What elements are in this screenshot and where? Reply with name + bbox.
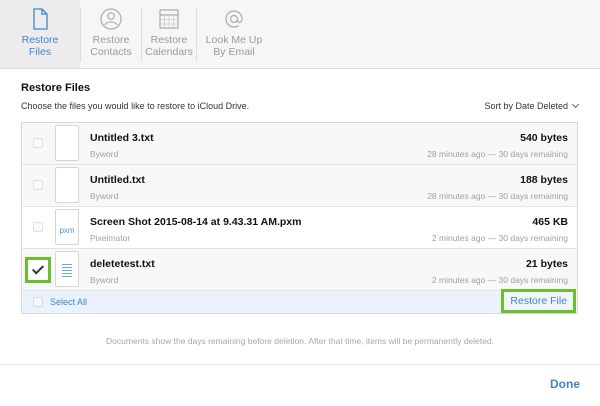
file-name: Untitled 3.txt [90,132,154,144]
file-row[interactable]: Untitled.txt Byword 188 bytes 28 minutes… [22,165,577,207]
tab-restore-files[interactable]: Restore Files [0,0,80,68]
pxm-file-icon: pxm [55,209,79,245]
sort-label: Sort by Date Deleted [484,101,568,111]
tab-label-line1: Look Me Up [205,34,263,46]
file-app: Pixelmator [90,233,131,243]
file-time: 2 minutes ago — 30 days remaining [431,275,568,285]
file-time: 28 minutes ago — 30 days remaining [427,149,568,159]
file-size: 188 bytes [520,174,568,186]
at-sign-icon [225,10,243,28]
text-lines-icon [62,264,72,279]
file-size: 540 bytes [520,132,568,144]
row-checkbox[interactable] [33,138,43,148]
top-toolbar: Restore Files Restore Contacts Restore C… [0,0,600,69]
tab-look-me-up[interactable]: Look Me Up By Email [197,0,271,68]
file-size: 465 KB [532,216,568,228]
file-name: Untitled.txt [90,174,145,186]
tab-label-line2: Calendars [145,46,193,58]
deletion-note: Documents show the days remaining before… [106,336,494,346]
select-all-checkbox[interactable] [33,297,43,307]
tab-restore-contacts[interactable]: Restore Contacts [81,0,141,68]
tab-label-line1: Restore [150,34,188,46]
file-row[interactable]: deletetest.txt Byword 21 bytes 2 minutes… [22,249,577,291]
tab-restore-calendars[interactable]: Restore Calendars [142,0,196,68]
file-name: deletetest.txt [90,258,155,270]
tab-label-line1: Restore [92,34,130,46]
sort-dropdown[interactable]: Sort by Date Deleted [484,100,580,111]
file-time: 28 minutes ago — 30 days remaining [427,191,568,201]
document-icon [33,8,48,30]
row-checkbox-checked[interactable] [25,257,51,283]
tab-label-line1: Restore [21,34,59,46]
panel-title: Restore Files [21,82,91,94]
file-app: Byword [90,275,119,285]
tab-label-line2: Contacts [90,46,132,58]
file-size: 21 bytes [525,258,568,270]
select-all-link[interactable]: Select All [50,297,87,307]
document-icon [55,167,79,203]
tab-label-line2: By Email [213,46,255,58]
file-row[interactable]: Untitled 3.txt Byword 540 bytes 28 minut… [22,123,577,165]
checkmark-icon [31,262,45,275]
tab-label-line2: Files [28,46,52,58]
done-button[interactable]: Done [550,377,580,391]
divider [0,364,600,365]
calendar-icon [159,9,179,29]
file-row[interactable]: pxm Screen Shot 2015-08-14 at 9.43.31 AM… [22,207,577,249]
file-extension-label: pxm [59,226,75,235]
text-file-icon [55,251,79,287]
file-time: 2 minutes ago — 30 days remaining [431,233,568,243]
panel-description: Choose the files you would like to resto… [21,101,250,111]
row-checkbox[interactable] [33,180,43,190]
file-app: Byword [90,191,119,201]
row-checkbox[interactable] [33,222,43,232]
file-list: Untitled 3.txt Byword 540 bytes 28 minut… [21,122,578,314]
contact-icon [100,8,122,30]
file-name: Screen Shot 2015-08-14 at 9.43.31 AM.pxm [90,216,302,228]
document-icon [55,125,79,161]
chevron-down-icon [571,100,580,109]
file-app: Byword [90,149,119,159]
list-footer: Select All Restore File [22,289,577,313]
restore-file-button[interactable]: Restore File [501,289,576,313]
